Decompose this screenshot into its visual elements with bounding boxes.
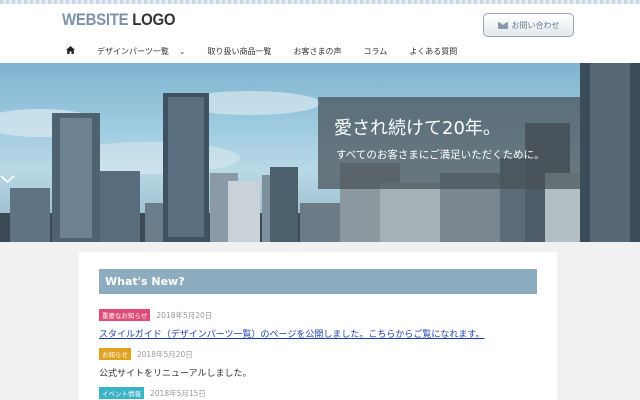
- chevron-down-icon: ⌄: [178, 46, 186, 56]
- news-item: 重要なお知らせ 2018年5月20日 スタイルガイド（デザインパーツ一覧）のペー…: [99, 309, 484, 340]
- news-category-badge: イベント情報: [99, 387, 144, 399]
- mail-icon: [497, 21, 508, 29]
- news-date: 2018年5月15日: [150, 388, 206, 398]
- news-text: 公式サイトをリニューアルしました。: [99, 369, 252, 379]
- news-date: 2018年5月20日: [136, 349, 193, 359]
- hero-catch-copy: 愛され続けて20年。: [334, 118, 501, 139]
- nav-item-design-parts[interactable]: デザインパーツ一覧 ⌄: [97, 46, 186, 57]
- nav-item-products[interactable]: 取り扱い商品一覧: [208, 46, 272, 57]
- contact-button[interactable]: お問い合わせ: [483, 13, 574, 37]
- nav-item-column[interactable]: コラム: [364, 46, 388, 57]
- site-logo[interactable]: WEBSITE LOGO: [62, 10, 175, 30]
- nav-item-customer-voice[interactable]: お客さまの声: [294, 46, 342, 57]
- news-category-badge: お知らせ: [99, 348, 131, 360]
- contact-button-label: お問い合わせ: [511, 20, 560, 30]
- global-nav: デザインパーツ一覧 ⌄ 取り扱い商品一覧 お客さまの声 コラム よくある質問: [62, 42, 479, 60]
- news-category-badge: 重要なお知らせ: [99, 309, 151, 321]
- chevron-down-icon[interactable]: [0, 174, 15, 184]
- whats-new-heading: What's New?: [99, 269, 537, 294]
- news-date: 2018年5月20日: [156, 310, 213, 320]
- hero-sub-catch-copy: すべてのお客さまにご満足いただくために。: [336, 149, 545, 161]
- nav-item-faq[interactable]: よくある質問: [409, 46, 457, 57]
- catch-copy-overlay: [318, 97, 580, 189]
- news-item: イベント情報 2018年5月15日: [99, 387, 206, 399]
- home-icon[interactable]: [66, 46, 75, 56]
- hero-banner: 愛され続けて20年。 すべてのお客さまにご満足いただくために。: [0, 63, 640, 242]
- news-item: お知らせ 2018年5月20日 公式サイトをリニューアルしました。: [99, 348, 252, 379]
- news-link[interactable]: スタイルガイド（デザインパーツ一覧）のページを公開しました。こちらからご覧になれ…: [99, 327, 484, 340]
